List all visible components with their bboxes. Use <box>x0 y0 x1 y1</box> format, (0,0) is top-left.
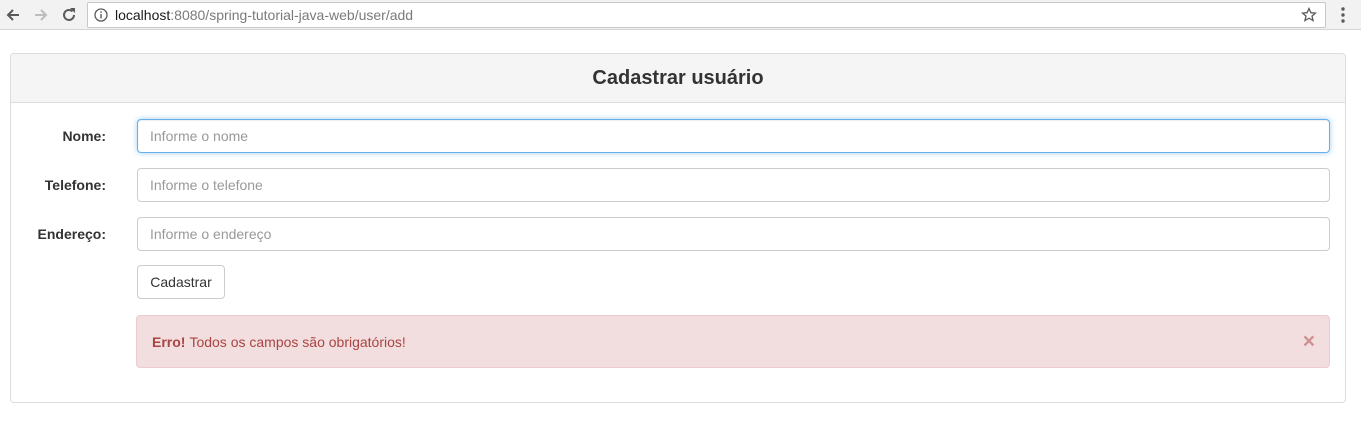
arrow-left-icon <box>6 9 19 21</box>
url-host: localhost <box>115 7 171 23</box>
back-button[interactable] <box>2 4 24 26</box>
reload-button[interactable] <box>58 4 80 26</box>
alert-title: Erro! <box>152 333 186 350</box>
error-alert: Erro! Todos os campos são obrigatórios! … <box>136 315 1330 368</box>
menu-dots-icon[interactable] <box>1336 5 1350 25</box>
alert-message: Todos os campos são obrigatórios! <box>189 333 406 350</box>
address-label: Endereço: <box>37 226 106 242</box>
star-icon[interactable] <box>1301 7 1317 23</box>
register-panel: Cadastrar usuário Nome: Telefone: Endere… <box>10 53 1346 403</box>
address-bar[interactable]: localhost:8080/spring-tutorial-java-web/… <box>87 2 1326 28</box>
panel-title: Cadastrar usuário <box>592 66 764 89</box>
phone-input[interactable] <box>137 168 1330 202</box>
browser-toolbar: localhost:8080/spring-tutorial-java-web/… <box>0 0 1361 30</box>
url-text: localhost:8080/spring-tutorial-java-web/… <box>115 3 413 27</box>
url-path: :8080/spring-tutorial-java-web/user/add <box>170 7 414 23</box>
forward-button[interactable] <box>30 4 52 26</box>
phone-label: Telefone: <box>44 177 106 193</box>
arrow-right-icon <box>35 9 48 21</box>
name-input[interactable] <box>137 119 1330 153</box>
close-icon[interactable]: × <box>1303 331 1315 352</box>
address-input[interactable] <box>137 217 1330 251</box>
panel-heading: Cadastrar usuário <box>11 54 1345 103</box>
name-label: Nome: <box>62 128 106 144</box>
submit-button[interactable]: Cadastrar <box>137 265 225 299</box>
info-icon[interactable] <box>94 8 108 22</box>
reload-icon <box>63 8 75 21</box>
